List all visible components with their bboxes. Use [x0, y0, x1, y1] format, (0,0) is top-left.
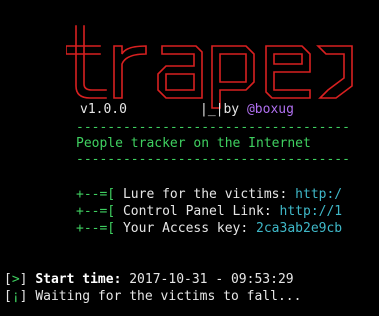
start-time-value: 2017-10-31 - 09:53:29 [129, 272, 294, 287]
panel-url[interactable]: http://1 [280, 204, 343, 219]
waiting-text: Waiting for the victims to fall... [35, 289, 302, 304]
by-label: |_|by [200, 102, 240, 117]
waiting-line: [¡] Waiting for the victims to fall... [4, 289, 301, 305]
wait-prefix: [¡] [4, 289, 28, 304]
lure-link-line: +--=[ Lure for the victims: http:/ [76, 187, 343, 202]
start-time-line: [>] Start time: 2017-10-31 - 09:53:29 [4, 272, 294, 288]
access-key-line: +--=[ Your Access key: 2ca3ab2e9cb [76, 221, 343, 236]
lure-url[interactable]: http:/ [295, 187, 342, 202]
start-time-label: Start time: [35, 272, 122, 287]
access-key-value[interactable]: 2ca3ab2e9cb [256, 221, 342, 236]
panel-link-line: +--=[ Control Panel Link: http://1 [76, 204, 343, 219]
terminal-window: v1.0.0 |_|by @boxug --------------------… [0, 0, 379, 316]
separator-bottom: ----------------------------------- [76, 152, 350, 167]
start-prefix: [>] [4, 272, 28, 287]
author-line: |_|by @boxug [200, 102, 294, 118]
author-link[interactable]: @boxug [247, 102, 294, 117]
trape-logo [66, 25, 353, 109]
version-label: v1.0.0 [80, 102, 127, 117]
separator-top: ----------------------------------- [76, 120, 350, 135]
tagline: People tracker on the Internet [76, 136, 311, 151]
